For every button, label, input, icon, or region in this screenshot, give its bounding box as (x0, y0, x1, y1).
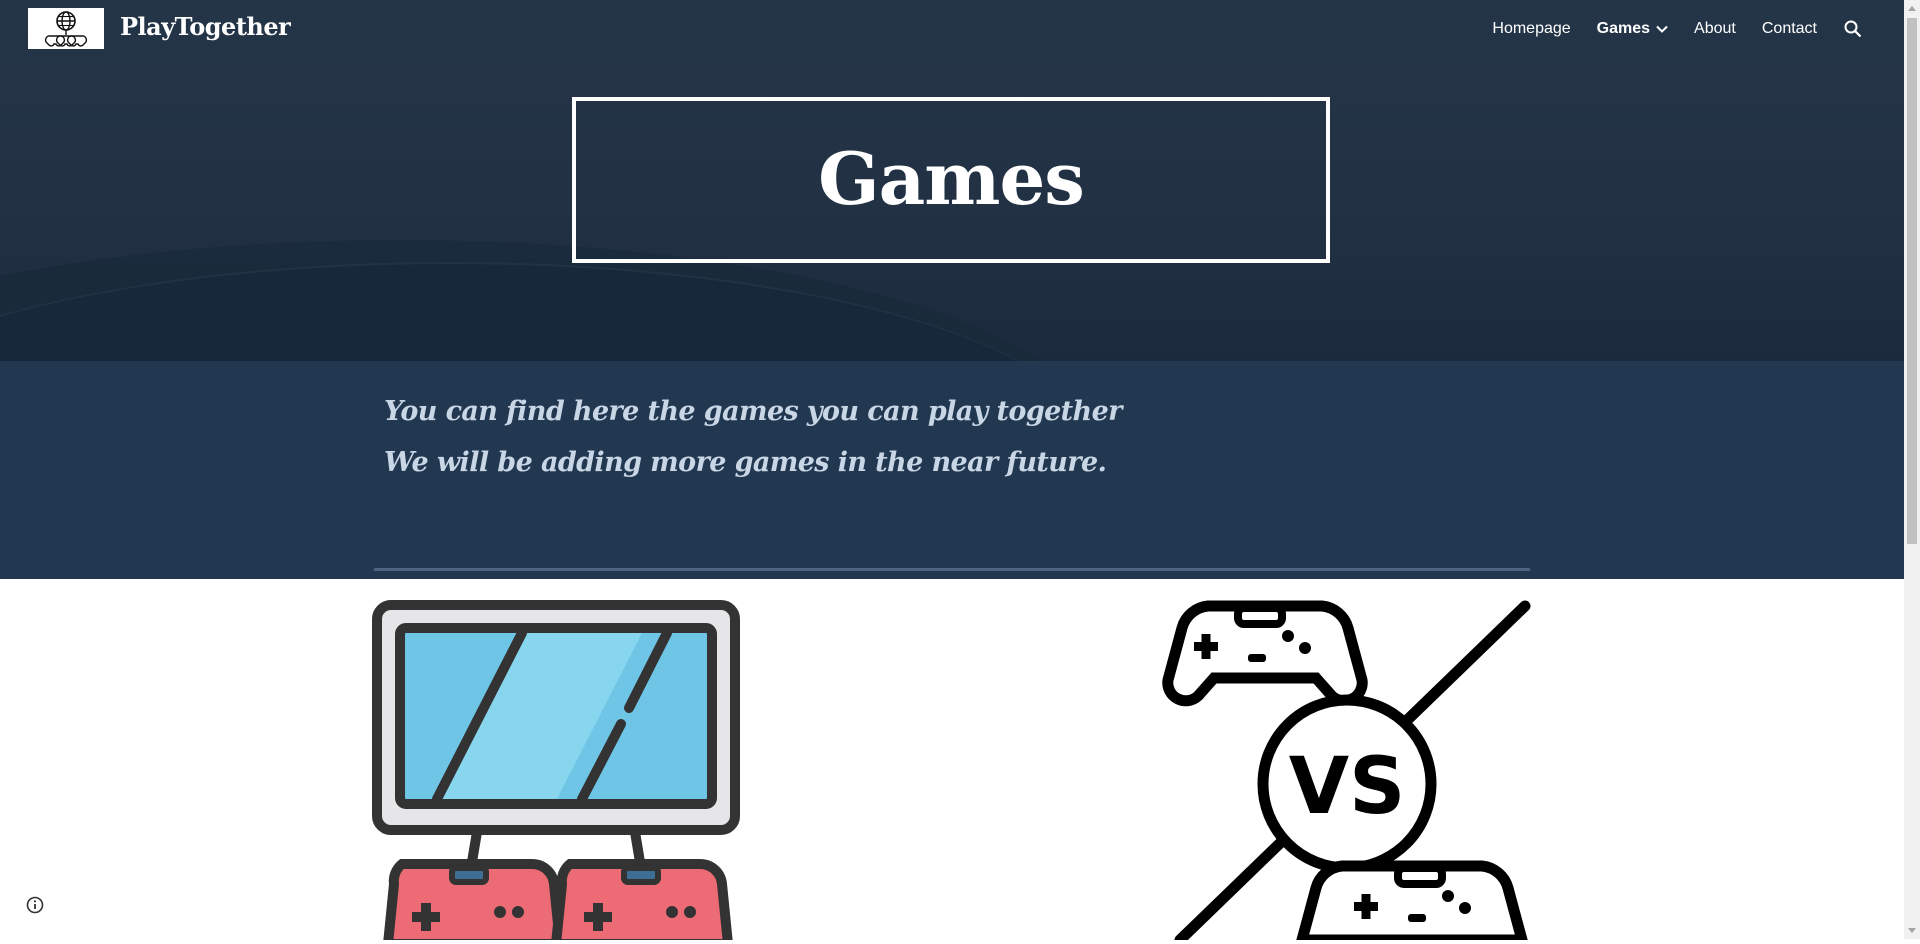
search-icon (1844, 20, 1862, 38)
section-divider (374, 568, 1530, 571)
vs-label: VS (1289, 742, 1406, 832)
scrollbar-thumb[interactable] (1907, 18, 1917, 544)
intro-text-line: You can find here the games you can play… (384, 396, 1122, 427)
nav-item-label: Contact (1761, 20, 1817, 37)
intro-text-line: We will be adding more games in the near… (384, 447, 1107, 478)
site-title[interactable]: PlayTogether (120, 12, 291, 41)
nav-item-homepage[interactable]: Homepage (1479, 20, 1583, 38)
globe-controllers-logo-icon (44, 11, 88, 47)
nav-item-label: Games (1596, 20, 1651, 37)
nav-item-games[interactable]: Games (1584, 20, 1681, 38)
info-icon (26, 896, 44, 914)
nav-item-label: About (1694, 20, 1736, 37)
top-navigation-bar: PlayTogether Homepage Games About Contac… (0, 0, 1904, 58)
page-title: Games (818, 135, 1085, 221)
page-scrollbar[interactable] (1904, 0, 1920, 939)
site-info-button[interactable] (26, 896, 44, 914)
hero-banner: PlayTogether Homepage Games About Contac… (0, 0, 1904, 361)
site-logo[interactable] (28, 8, 104, 49)
shared-screen-two-controllers-icon (372, 600, 740, 944)
scroll-up-arrow-icon[interactable] (1908, 6, 1916, 11)
nav-item-contact[interactable]: Contact (1749, 20, 1830, 38)
search-button[interactable] (1842, 18, 1864, 40)
shared-screen-image (372, 600, 742, 944)
intro-section: You can find here the games you can play… (0, 361, 1904, 579)
scroll-down-arrow-icon[interactable] (1908, 928, 1916, 933)
chevron-down-icon[interactable] (1656, 25, 1668, 33)
page-title-frame: Games (572, 97, 1330, 263)
main-nav: Homepage Games About Contact (1479, 0, 1864, 58)
versus-image: VS (1160, 598, 1535, 944)
versus-controllers-icon: VS (1162, 600, 1531, 944)
nav-item-about[interactable]: About (1681, 20, 1749, 38)
nav-item-label: Homepage (1492, 20, 1571, 37)
